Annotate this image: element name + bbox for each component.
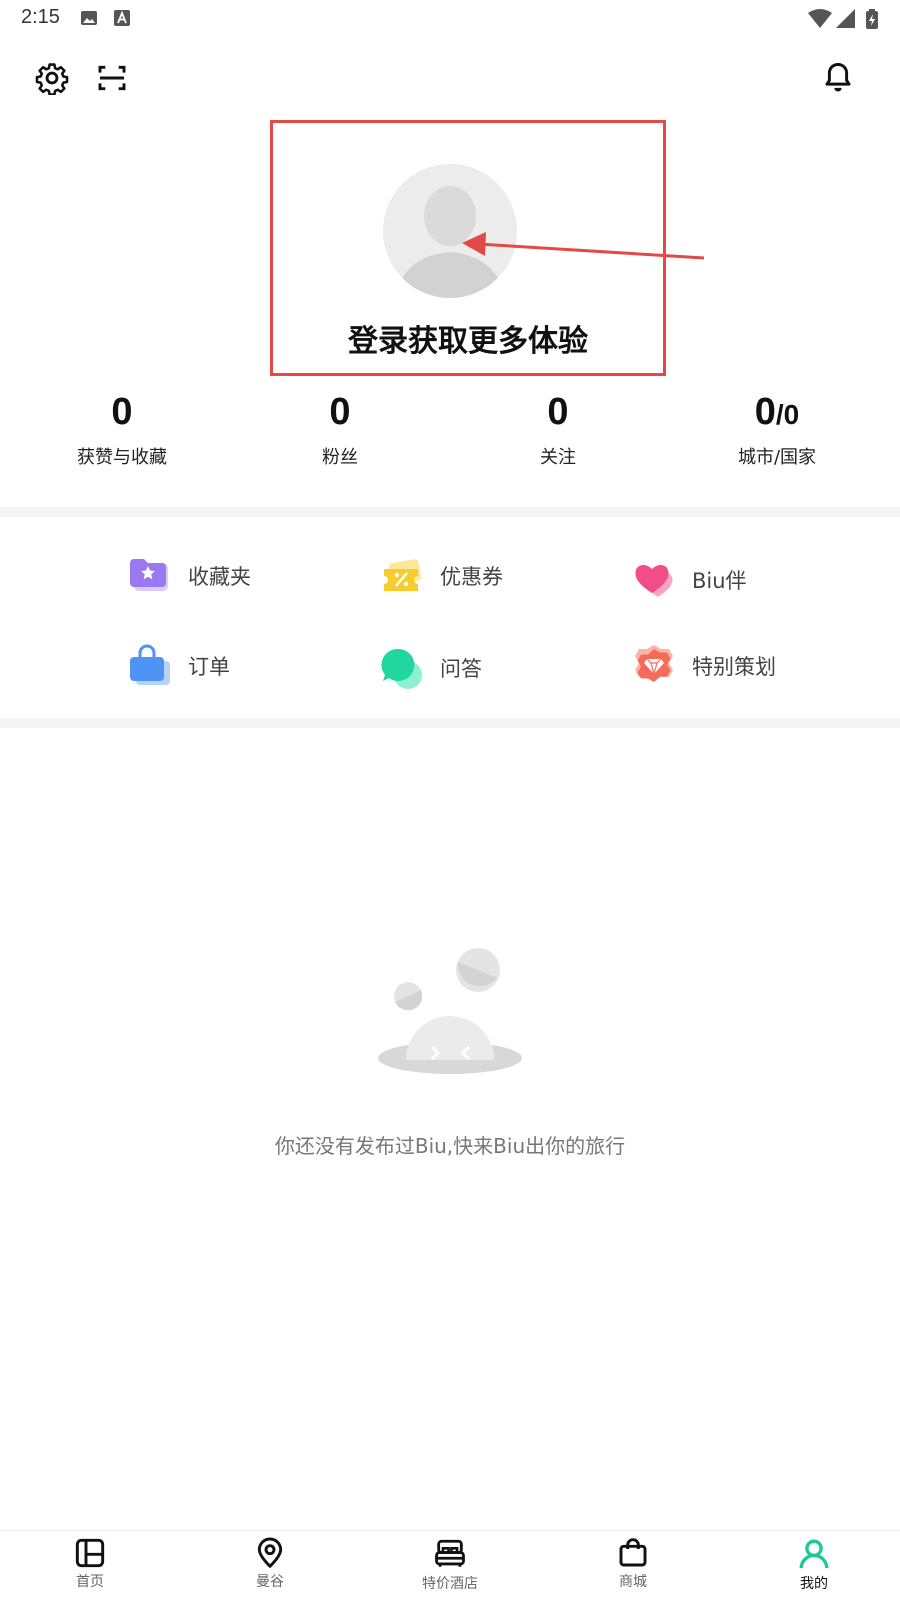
login-prompt[interactable]: 登录获取更多体验 — [270, 316, 666, 360]
battery-icon — [866, 9, 878, 33]
menu-item-biu-partner[interactable]: Biu伴 — [632, 556, 747, 604]
home-layout-icon — [75, 1538, 105, 1568]
heart-icon — [632, 557, 678, 603]
menu-label: 优惠券 — [440, 565, 503, 589]
menu-label: 订单 — [188, 655, 230, 679]
bell-icon[interactable] — [818, 58, 858, 98]
stat-cities[interactable]: 0/0 城市/国家 — [687, 390, 867, 469]
divider — [0, 718, 900, 728]
menu-label: 问答 — [440, 657, 482, 681]
image-icon — [80, 9, 98, 31]
stat-value: 0/0 — [754, 391, 800, 433]
stat-label: 关注 — [540, 447, 576, 468]
empty-illustration-icon — [378, 948, 522, 1074]
stat-value: 0 — [111, 391, 133, 433]
tab-label: 我的 — [800, 1576, 828, 1592]
tab-label: 特价酒店 — [422, 1576, 478, 1592]
menu-item-coupons[interactable]: 优惠券 — [380, 552, 503, 600]
tab-label: 商城 — [619, 1574, 647, 1590]
tab-mine[interactable]: 我的 — [754, 1537, 874, 1593]
tab-bangkok[interactable]: 曼谷 — [210, 1537, 330, 1591]
gear-icon[interactable] — [32, 58, 72, 98]
stat-label: 粉丝 — [322, 447, 358, 468]
menu-item-special-features[interactable]: 特别策划 — [632, 642, 776, 690]
stat-value: 0 — [547, 391, 569, 433]
location-pin-icon — [257, 1537, 283, 1568]
empty-state-text: 你还没有发布过Biu,快来Biu出你的旅行 — [274, 1134, 626, 1158]
stat-label: 城市/国家 — [737, 447, 817, 468]
coupon-icon — [380, 553, 426, 599]
divider — [0, 507, 900, 517]
menu-label: Biu伴 — [692, 569, 747, 593]
user-icon — [799, 1539, 829, 1569]
menu-label: 收藏夹 — [188, 565, 251, 589]
stats-row: 0 获赞与收藏 0 粉丝 0 关注 0/0 城市/国家 — [0, 390, 900, 480]
tab-home[interactable]: 首页 — [30, 1537, 150, 1591]
stat-value: 0 — [329, 391, 351, 433]
menu-label: 特别策划 — [692, 655, 776, 679]
scan-icon[interactable] — [92, 58, 132, 98]
gem-icon — [632, 643, 678, 689]
shopping-bag-icon — [619, 1538, 647, 1567]
menu-item-orders[interactable]: 订单 — [128, 642, 230, 690]
tab-mall[interactable]: 商城 — [573, 1537, 693, 1591]
tab-hotel-deals[interactable]: 特价酒店 — [390, 1537, 510, 1593]
status-bar: 2:15 — [0, 0, 900, 36]
bed-icon — [435, 1539, 465, 1567]
tab-label: 首页 — [76, 1574, 104, 1590]
a-icon — [114, 9, 130, 31]
bottom-tab-bar: 首页 曼谷 特价酒店 商城 我的 — [0, 1530, 900, 1600]
avatar[interactable] — [383, 164, 517, 298]
folder-star-icon — [128, 553, 174, 599]
menu-item-qa[interactable]: 问答 — [380, 644, 482, 692]
bag-icon — [128, 643, 174, 689]
status-time: 2:15 — [21, 6, 60, 28]
tab-label: 曼谷 — [256, 1574, 284, 1590]
wifi-icon — [808, 9, 832, 33]
stat-fans[interactable]: 0 粉丝 — [250, 390, 430, 469]
chat-bubble-icon — [380, 645, 426, 691]
menu-item-favorites[interactable]: 收藏夹 — [128, 552, 251, 600]
signal-icon — [836, 9, 856, 33]
stat-following[interactable]: 0 关注 — [468, 390, 648, 469]
stat-likes[interactable]: 0 获赞与收藏 — [32, 390, 212, 469]
stat-label: 获赞与收藏 — [77, 447, 167, 468]
